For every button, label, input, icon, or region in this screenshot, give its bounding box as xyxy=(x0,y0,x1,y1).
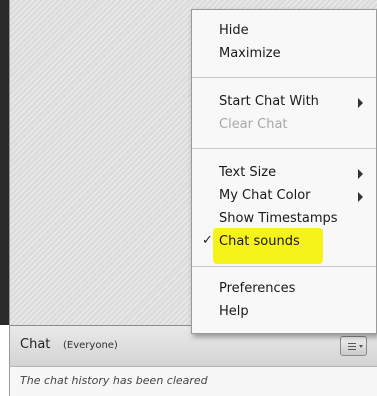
chevron-right-icon xyxy=(358,169,363,179)
menu-separator xyxy=(192,148,376,149)
chat-title: Chat xyxy=(20,337,51,352)
menu-lines-icon xyxy=(348,343,356,350)
menu-separator xyxy=(192,266,376,267)
menu-item-label: Show Timestamps xyxy=(219,211,338,226)
chat-pod: Chat (Everyone) The chat history has bee… xyxy=(0,0,377,396)
chat-scope-label: (Everyone) xyxy=(63,340,118,351)
menu-item-text-size[interactable]: Text Size xyxy=(192,163,376,185)
chat-history: The chat history has been cleared xyxy=(9,367,377,396)
menu-item-clear-chat: Clear Chat xyxy=(192,115,376,137)
pod-options-menu: Hide Maximize Start Chat With Clear Chat… xyxy=(191,9,377,334)
menu-item-label: Preferences xyxy=(219,281,296,296)
checkmark-icon: ✓ xyxy=(202,233,213,248)
menu-separator xyxy=(192,77,376,78)
left-panel-edge xyxy=(0,0,9,325)
menu-item-label: Maximize xyxy=(219,46,281,61)
menu-item-label: Help xyxy=(219,304,249,319)
menu-item-maximize[interactable]: Maximize xyxy=(192,44,376,66)
menu-item-label: My Chat Color xyxy=(219,188,311,203)
caret-down-icon xyxy=(359,345,363,348)
menu-item-label: Clear Chat xyxy=(219,117,288,132)
chat-history-message: The chat history has been cleared xyxy=(20,374,208,387)
menu-item-label: Text Size xyxy=(219,165,277,180)
chevron-right-icon xyxy=(358,192,363,202)
pod-options-button[interactable] xyxy=(340,336,367,356)
menu-item-hide[interactable]: Hide xyxy=(192,21,376,43)
menu-item-preferences[interactable]: Preferences xyxy=(192,279,376,301)
menu-item-label: Chat sounds xyxy=(219,234,300,249)
menu-item-chat-sounds[interactable]: ✓ Chat sounds xyxy=(192,228,376,264)
menu-item-label: Start Chat With xyxy=(219,94,319,109)
menu-item-start-chat-with[interactable]: Start Chat With xyxy=(192,92,376,114)
chevron-right-icon xyxy=(358,98,363,108)
menu-item-my-chat-color[interactable]: My Chat Color xyxy=(192,186,376,208)
menu-item-label: Hide xyxy=(219,23,249,38)
menu-item-help[interactable]: Help xyxy=(192,302,376,324)
